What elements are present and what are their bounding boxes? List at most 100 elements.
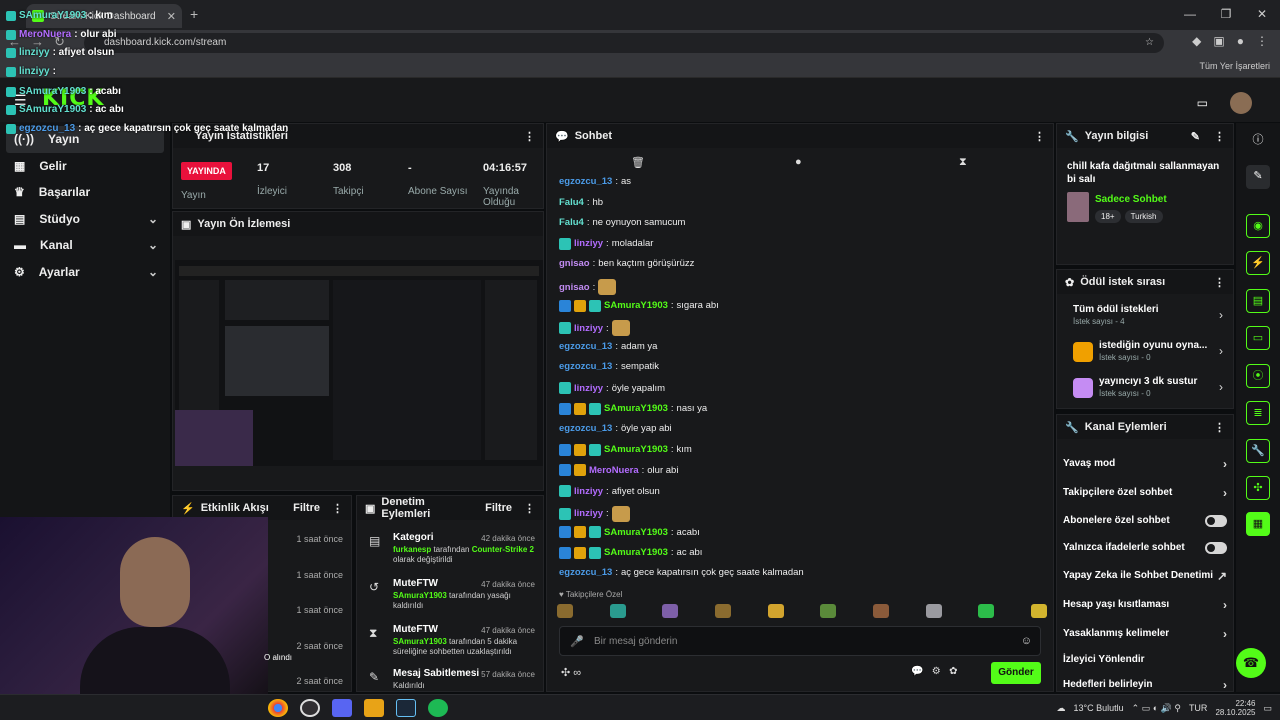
clock[interactable]: 22:46 28.10.2025 (1215, 699, 1255, 717)
extension-icon[interactable]: ◆ (1192, 34, 1201, 48)
moderation-user[interactable]: furkanesp (393, 545, 431, 554)
all-bookmarks-link[interactable]: Tüm Yer İşaretleri (1199, 61, 1270, 71)
stream-preview-video[interactable] (175, 260, 543, 466)
emoji-icon[interactable]: ☺ (1021, 635, 1032, 647)
more-options-icon[interactable]: ⋮ (1034, 130, 1045, 143)
chat-username[interactable]: egzozcu_13 (559, 423, 612, 434)
slow-mode-row[interactable]: Yavaş mod › (1063, 457, 1227, 471)
wrench-tool-icon[interactable]: 🔧 (1246, 439, 1270, 463)
new-tab-button[interactable]: + (190, 6, 198, 22)
filter-button[interactable]: Filtre (293, 502, 320, 514)
chat-username[interactable]: Falu4 (559, 217, 584, 228)
account-age-row[interactable]: Hesap yaşı kısıtlaması › (1063, 598, 1227, 612)
close-window-button[interactable]: ✕ (1244, 0, 1280, 30)
send-button[interactable]: Gönder (991, 662, 1041, 684)
chat-username[interactable]: gnisao (559, 258, 590, 269)
chat-tool-icon[interactable]: ▭ (1246, 326, 1270, 350)
chat-username[interactable]: egzozcu_13 (559, 341, 612, 352)
moderation-title[interactable]: MuteFTW (393, 578, 438, 589)
chrome-icon[interactable] (268, 699, 288, 717)
emotes-only-toggle[interactable] (1205, 542, 1227, 554)
sidebar-item-basarilar[interactable]: ♛ Başarılar (0, 179, 170, 206)
url-bar[interactable]: dashboard.kick.com/stream ☆ (84, 33, 1164, 53)
menu-dots-icon[interactable]: ⋮ (1256, 34, 1268, 48)
emote-icon[interactable] (872, 604, 889, 618)
chat-username[interactable]: linziyy (574, 323, 603, 334)
banned-words-row[interactable]: Yasaklanmış kelimeler › (1063, 627, 1227, 641)
ai-moderation-row[interactable]: Yapay Zeka ile Sohbet Denetimi ↗ (1063, 569, 1227, 583)
filter-button[interactable]: Filtre (485, 502, 512, 514)
microphone-icon[interactable]: 🎤 (570, 635, 584, 648)
wallet-icon[interactable]: ▭ (1197, 96, 1208, 110)
emote-icon[interactable] (767, 604, 784, 618)
chat-username[interactable]: SAmuraY1903 (604, 444, 668, 455)
sidebar-item-studyo[interactable]: ▤ Stüdyo ⌄ (0, 206, 170, 233)
chat-username[interactable]: gnisao (559, 282, 590, 293)
chat-username[interactable]: egzozcu_13 (559, 361, 612, 372)
category-link[interactable]: Sadece Sohbet (1095, 194, 1167, 205)
lightning-tool-icon[interactable]: ⚡ (1246, 251, 1270, 275)
sidebar-item-gelir[interactable]: ▦ Gelir (0, 153, 170, 180)
sidebar-item-kanal[interactable]: ▬ Kanal ⌄ (0, 232, 170, 259)
emote-icon[interactable] (662, 604, 679, 618)
chat-username[interactable]: SAmuraY1903 (604, 300, 668, 311)
more-options-icon[interactable]: ⋮ (524, 130, 535, 143)
trash-icon[interactable]: 🗑 (631, 156, 645, 169)
language-indicator[interactable]: TUR (1189, 703, 1208, 713)
tray-icons[interactable]: ⌃ ▭ ◐ 🔊 ⚲ (1132, 703, 1181, 714)
steam-icon[interactable] (396, 699, 416, 717)
moderation-title[interactable]: MuteFTW (393, 624, 438, 635)
emote-icon[interactable] (609, 604, 626, 618)
puzzle-icon[interactable]: ▣ (1213, 34, 1224, 48)
avatar[interactable] (1230, 92, 1252, 114)
more-options-icon[interactable]: ⋮ (524, 502, 535, 515)
chat-username[interactable]: SAmuraY1903 (604, 527, 668, 538)
weather-text[interactable]: 13°C Bulutlu (1074, 703, 1124, 713)
reward-row[interactable]: istediğin oyunu oyna... İstek sayısı - 0… (1073, 340, 1223, 362)
edit-icon[interactable]: ✎ (1191, 130, 1200, 143)
chat-mode-icon[interactable]: ● (795, 156, 802, 168)
subscribers-only-toggle[interactable] (1205, 515, 1227, 527)
reward-row-all[interactable]: Tüm ödül istekleri İstek sayısı - 4 › (1073, 304, 1223, 326)
goals-row[interactable]: Hedefleri belirleyin › (1063, 678, 1227, 692)
spotify-icon[interactable] (428, 699, 448, 717)
chat-input[interactable]: 🎤 Bir mesaj gönderin ☺ (559, 626, 1041, 656)
chat-username[interactable]: MeroNuera (589, 465, 639, 476)
bookmark-star-icon[interactable]: ☆ (1145, 33, 1154, 53)
minimize-button[interactable]: — (1172, 0, 1208, 30)
obs-icon[interactable] (300, 699, 320, 717)
moderation-user[interactable]: SAmuraY1903 (393, 591, 447, 600)
more-options-icon[interactable]: ⋮ (332, 502, 343, 515)
support-chat-button[interactable]: ☎ (1236, 648, 1266, 678)
info-icon[interactable]: ⓘ (1246, 129, 1270, 153)
emote-icon[interactable] (1030, 604, 1047, 618)
raid-row[interactable]: İzleyici Yönlendir (1063, 654, 1227, 665)
chat-username[interactable]: SAmuraY1903 (604, 547, 668, 558)
moderation-user[interactable]: SAmuraY1903 (393, 637, 447, 646)
document-tool-icon[interactable]: ▤ (1246, 289, 1270, 313)
chat-username[interactable]: egzozcu_13 (559, 176, 612, 187)
emote-icon[interactable] (557, 604, 573, 618)
chat-username[interactable]: SAmuraY1903 (604, 403, 668, 414)
stack-tool-icon[interactable]: ≣ (1246, 401, 1270, 425)
emote-icon[interactable] (925, 604, 942, 618)
sidebar-item-ayarlar[interactable]: ⚙ Ayarlar ⌄ (0, 259, 170, 286)
discord-icon[interactable] (332, 699, 352, 717)
share-tool-icon[interactable]: ✣ (1246, 476, 1270, 500)
chat-username[interactable]: linziyy (574, 508, 603, 519)
emote-icon[interactable] (714, 604, 731, 618)
camera-tool-icon[interactable]: ◉ (1246, 214, 1270, 238)
edit-icon[interactable]: ✎ (1246, 165, 1270, 189)
maximize-button[interactable]: ❐ (1208, 0, 1244, 30)
followers-only-row[interactable]: Takipçilere özel sohbet › (1063, 486, 1227, 500)
chat-username[interactable]: linziyy (574, 383, 603, 394)
tab-close-icon[interactable]: ✕ (167, 10, 176, 23)
more-options-icon[interactable]: ⋮ (1214, 276, 1225, 289)
clapper-tool-icon[interactable]: ▦ (1246, 512, 1270, 536)
chat-settings-icons[interactable]: ✣ ∞ (561, 666, 581, 679)
chat-username[interactable]: egzozcu_13 (559, 567, 612, 578)
profile-icon[interactable]: ● (1237, 34, 1244, 48)
app-icon[interactable] (364, 699, 384, 717)
broadcast-tool-icon[interactable]: ⦿ (1246, 364, 1270, 388)
hourglass-icon[interactable]: ⧗ (959, 156, 967, 169)
